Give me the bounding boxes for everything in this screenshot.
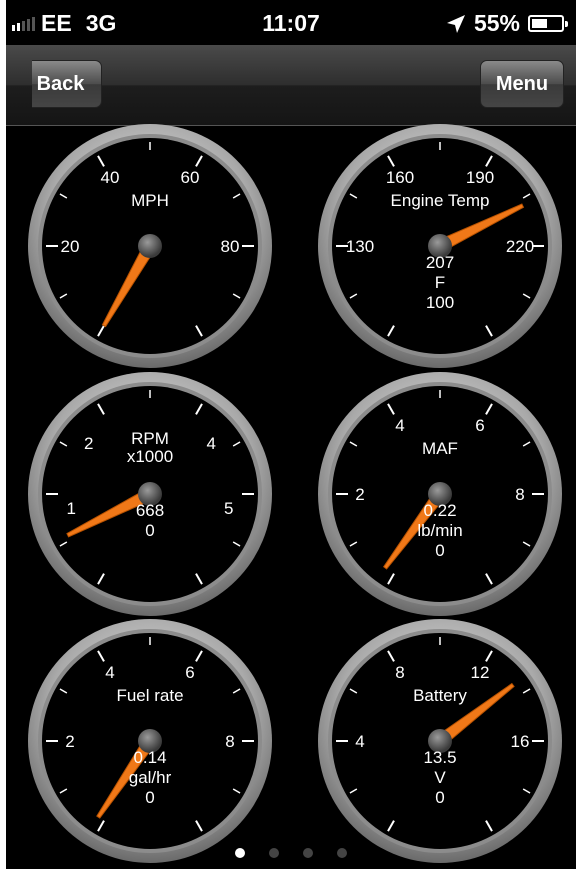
rpm-value: 668 — [135, 501, 165, 520]
tick-label: 190 — [465, 167, 495, 187]
battery-unit: V — [434, 768, 446, 787]
tick-label: 160 — [385, 167, 415, 187]
tick-label: 4 — [105, 662, 115, 682]
maf-min-label: 0 — [435, 541, 445, 560]
tick-label: 6 — [185, 662, 195, 682]
maf-gauge: 2 4 6 8 MAF 0.22 lb/min 0 — [316, 370, 564, 618]
rpm-gauge: 1 2 4 5 RPM x1000 668 0 — [26, 370, 274, 618]
battery-gauge: 4 8 12 16 Battery 13.5 V 0 — [316, 617, 564, 865]
fuel-rate-value: 0.14 — [133, 748, 167, 767]
tick-label: 80 — [220, 237, 240, 256]
battery-value: 13.5 — [423, 748, 457, 767]
maf-title: MAF — [422, 439, 458, 458]
page-dot[interactable] — [235, 848, 245, 858]
tick-label: 4 — [395, 415, 405, 435]
battery-min-label: 0 — [435, 788, 445, 807]
fuel-rate-min-label: 0 — [145, 788, 155, 807]
engine-temp-unit: F — [434, 273, 446, 292]
mph-gauge: 20 40 60 80 MPH — [26, 122, 274, 370]
needle-hub — [138, 234, 162, 258]
maf-unit: lb/min — [417, 521, 463, 540]
battery-title: Battery — [413, 686, 467, 705]
rpm-title: RPM x1000 — [126, 429, 174, 466]
engine-temp-value: 207 — [425, 253, 455, 272]
fuel-rate-unit: gal/hr — [128, 768, 172, 787]
page-indicator[interactable] — [6, 848, 576, 858]
maf-value: 0.22 — [423, 501, 457, 520]
page-dot[interactable] — [303, 848, 313, 858]
engine-temp-gauge: 130 160 190 220 Engine Temp 207 F 100 — [316, 122, 564, 370]
engine-temp-min-label: 100 — [425, 293, 455, 312]
tick-label: 6 — [475, 415, 485, 435]
tick-label: 20 — [60, 237, 80, 256]
tick-label: 40 — [100, 167, 120, 187]
gauge-grid: 20 40 60 80 MPH 130 160 190 220 Engine Temp 207 F 10… — [6, 0, 576, 869]
engine-temp-title: Engine Temp — [390, 191, 490, 210]
phone-screen: EE 3G 11:07 55% Back Menu 20 40 60 80 MPH 130… — [6, 0, 576, 869]
tick-label: 8 — [395, 662, 405, 682]
rpm-min-label: 0 — [145, 521, 155, 540]
rpm-dial — [28, 372, 272, 616]
mph-title: MPH — [131, 191, 169, 210]
page-dot[interactable] — [269, 848, 279, 858]
fuel-rate-title: Fuel rate — [116, 686, 184, 705]
page-dot[interactable] — [337, 848, 347, 858]
tick-label: 12 — [470, 662, 490, 682]
fuel-rate-gauge: 2 4 6 8 Fuel rate 0.14 gal/hr 0 — [26, 617, 274, 865]
tick-label: 60 — [180, 167, 200, 187]
